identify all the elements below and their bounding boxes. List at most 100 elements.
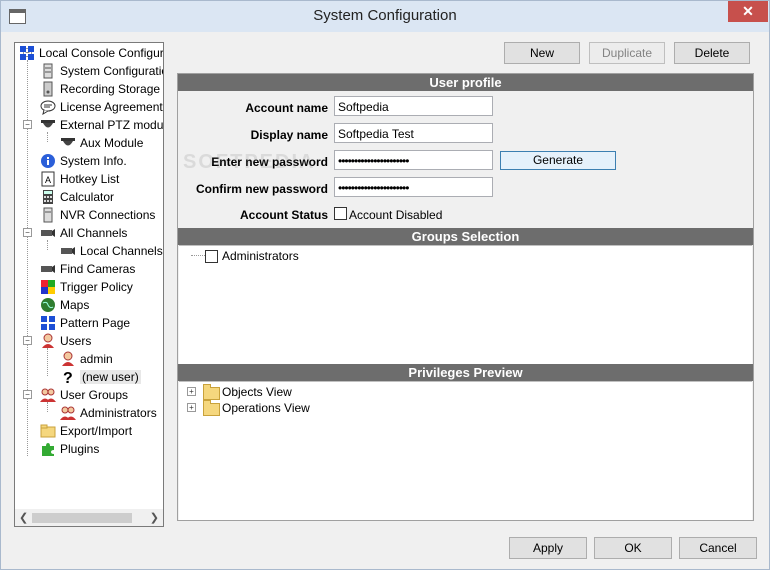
cancel-button[interactable]: Cancel [679,537,757,559]
tree-item-user-groups[interactable]: User Groups [40,386,128,404]
calculator-icon [40,189,56,205]
tree-item-plugins[interactable]: Plugins [40,440,99,458]
tree-item-pattern-page[interactable]: Pattern Page [40,314,130,332]
tree-item-label: Plugins [60,442,100,456]
new-password-field[interactable]: •••••••••••••••••••••• [334,150,493,170]
group-checkbox-administrators[interactable] [205,250,218,263]
globe-icon [40,297,56,313]
tree-item-administrators[interactable]: Administrators [60,404,157,422]
tree-item-label: System Info. [60,154,127,168]
tree-item-label: (new user) [80,370,141,384]
pattern-icon [40,315,56,331]
account-name-label: Account name [245,101,328,115]
account-disabled-checkbox[interactable] [334,207,347,220]
tree-item-hotkey-list[interactable]: A Hotkey List [40,170,119,188]
collapse-toggle[interactable]: − [23,120,32,129]
tree-item-recording-storage[interactable]: Recording Storage Se [40,80,163,98]
user-icon [60,351,76,367]
tree-item-external-ptz[interactable]: External PTZ module [40,116,164,134]
privileges-preview-tree[interactable]: + Objects View + Operations View [179,381,752,520]
tree-item-label: Local Console Configurati [39,46,164,60]
user-icon [40,333,56,349]
scroll-right-icon[interactable]: ❯ [150,511,159,524]
tree-item-export-import[interactable]: Export/Import [40,422,132,440]
tree-item-label: Aux Module [80,136,144,150]
scrollbar-thumb[interactable] [32,513,132,523]
tree-item-nvr-connections[interactable]: NVR Connections [40,206,155,224]
delete-button[interactable]: Delete [674,42,750,64]
tree-item-find-cameras[interactable]: Find Cameras [40,260,135,278]
display-name-field[interactable]: Softpedia Test [334,123,493,143]
groups-selection-header: Groups Selection [178,228,753,245]
tree-item-local-channels[interactable]: Local Channels [60,242,163,260]
tree-item-system-configuration[interactable]: System Configuration [40,62,164,80]
close-button[interactable]: ✕ [728,1,768,22]
tree-item-label: Recording Storage Se [60,82,163,96]
tree-item-license-agreement[interactable]: License Agreement [40,98,163,116]
confirm-password-label: Confirm new password [195,182,328,196]
user-profile-header: User profile [178,74,753,91]
tree-item-calculator[interactable]: Calculator [40,188,114,206]
privilege-operations-view[interactable]: Operations View [222,401,310,415]
account-name-field[interactable]: Softpedia [334,96,493,116]
new-button[interactable]: New [504,42,580,64]
question-icon: ? [60,369,76,387]
tree-item-label: Maps [60,298,90,312]
camera-icon [60,243,76,259]
info-icon [40,153,56,169]
groups-selection-list[interactable]: Administrators [179,245,752,364]
tree-item-label: License Agreement [60,100,163,114]
storage-icon [40,81,56,97]
scroll-left-icon[interactable]: ❮ [19,511,28,524]
duplicate-button[interactable]: Duplicate [589,42,665,64]
tree-item-label: Pattern Page [60,316,131,330]
tree-item-label: External PTZ module [60,118,164,132]
folder-icon [203,400,220,416]
collapse-toggle[interactable]: − [23,336,32,345]
keyboard-key-icon: A [40,171,56,187]
tree-item-label: Local Channels [80,244,163,258]
privileges-preview-header: Privileges Preview [178,364,753,381]
tree-item-all-channels[interactable]: All Channels [40,224,127,242]
title-bar: System Configuration ✕ [1,1,769,32]
tree-item-maps[interactable]: Maps [40,296,89,314]
expand-toggle[interactable]: + [187,387,196,396]
ok-button[interactable]: OK [594,537,672,559]
user-group-icon [60,405,76,421]
tree-item-label: Administrators [80,406,157,420]
tree-connector [47,348,48,376]
account-disabled-label: Account Disabled [349,208,443,222]
tree-item-admin[interactable]: admin [60,350,113,368]
tree-item-users[interactable]: Users [40,332,91,350]
server-icon [40,63,56,79]
user-profile-panel: User profile Account name Softpedia Disp… [177,73,754,521]
apply-button[interactable]: Apply [509,537,587,559]
tree-item-label: System Configuration [60,64,164,78]
collapse-toggle[interactable]: − [23,390,32,399]
privilege-objects-view[interactable]: Objects View [222,385,292,399]
account-status-label: Account Status [239,208,328,222]
tree-item-local-console[interactable]: Local Console Configurati [19,44,164,62]
tree-item-label: User Groups [60,388,129,402]
display-name-label: Display name [250,128,328,142]
system-configuration-window: System Configuration ✕ − − − − − Local C… [0,0,770,570]
collapse-toggle[interactable]: − [23,228,32,237]
tree-item-label: Export/Import [60,424,133,438]
camera-icon [40,225,56,241]
tree-item-trigger-policy[interactable]: Trigger Policy [40,278,133,296]
tree-item-label: Hotkey List [60,172,120,186]
tree-item-new-user[interactable]: ? (new user) [60,368,141,387]
confirm-password-field[interactable]: •••••••••••••••••••••• [334,177,493,197]
nvr-icon [40,207,56,223]
ptz-camera-icon [60,135,76,151]
window-title: System Configuration [313,7,457,24]
tree-item-label: admin [80,352,113,366]
tree-item-aux-module[interactable]: Aux Module [60,134,143,152]
puzzle-icon [40,441,56,457]
expand-toggle[interactable]: + [187,403,196,412]
tree-horizontal-scrollbar[interactable]: ❮ ❯ [15,509,163,526]
generate-button[interactable]: Generate [500,151,616,170]
svg-text:A: A [45,175,51,185]
navigation-tree[interactable]: − − − − − Local Console Configurati Syst… [14,42,164,527]
tree-item-system-info[interactable]: System Info. [40,152,127,170]
